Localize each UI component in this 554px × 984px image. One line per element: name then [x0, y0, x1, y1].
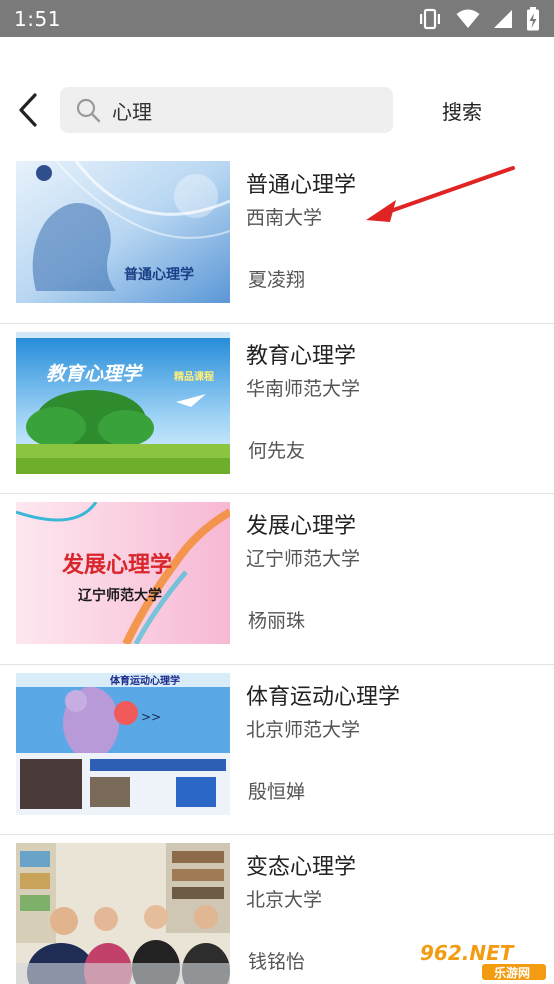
course-teacher: 夏凌翔: [248, 269, 306, 291]
back-button[interactable]: [10, 89, 46, 131]
course-title: 教育心理学: [246, 343, 357, 369]
course-school: 西南大学: [246, 207, 323, 229]
svg-text:>>: >>: [141, 710, 161, 724]
chevron-left-icon: [19, 93, 37, 127]
course-thumbnail: 普通心理学: [16, 161, 230, 303]
status-icons: [417, 6, 540, 31]
watermark-logo: 962.NET 乐游网: [412, 936, 552, 982]
thumb-title: 教育心理学: [46, 363, 144, 385]
list-item[interactable]: 教育心理学 精品课程 教育心理学 华南师范大学 何先友: [0, 324, 554, 494]
course-title: 体育运动心理学: [246, 684, 401, 710]
wifi-icon: [456, 9, 480, 28]
list-item[interactable]: 普通心理学 普通心理学 西南大学 夏凌翔: [0, 153, 554, 324]
battery-charging-icon: [527, 6, 539, 30]
status-bar: 1:51: [0, 0, 554, 37]
course-thumbnail: 发展心理学 辽宁师范大学: [16, 502, 230, 644]
search-box[interactable]: [60, 87, 393, 133]
course-school: 华南师范大学: [246, 377, 361, 400]
thumb-title: 体育运动心理学: [110, 674, 180, 687]
course-thumbnail: >> 体育运动心理学: [16, 672, 230, 815]
course-title: 普通心理学: [246, 173, 357, 198]
course-teacher: 钱铭怡: [248, 951, 306, 973]
search-icon: [74, 96, 102, 124]
watermark-text: 962.NET: [420, 941, 515, 965]
vibrate-icon: [420, 8, 440, 29]
course-thumbnail: [16, 843, 230, 984]
thumb-title: 普通心理学: [124, 266, 194, 283]
course-title: 发展心理学: [246, 514, 357, 539]
course-school: 辽宁师范大学: [246, 548, 361, 570]
search-button[interactable]: 搜索: [412, 87, 512, 133]
status-time: 1:51: [14, 6, 61, 31]
thumb-subtitle: 精品课程: [174, 370, 214, 383]
signal-icon: [494, 9, 512, 28]
course-title: 变态心理学: [246, 855, 357, 880]
watermark-subtext: 乐游网: [494, 965, 530, 980]
list-item[interactable]: >> 体育运动心理学 体育运动心理学 北京师范大学 殷恒婵: [0, 665, 554, 835]
course-teacher: 殷恒婵: [248, 780, 306, 803]
course-school: 北京师范大学: [246, 718, 361, 741]
course-teacher: 何先友: [248, 439, 306, 462]
thumb-subtitle: 辽宁师范大学: [78, 587, 162, 604]
course-list: 普通心理学 普通心理学 西南大学 夏凌翔 教育心理学 精品课程 教育心理学 华南…: [0, 153, 554, 984]
course-school: 北京大学: [246, 889, 323, 911]
thumb-title: 发展心理学: [61, 552, 172, 578]
search-input[interactable]: [112, 98, 362, 122]
list-item[interactable]: 发展心理学 辽宁师范大学 发展心理学 辽宁师范大学 杨丽珠: [0, 494, 554, 665]
course-thumbnail: 教育心理学 精品课程: [16, 331, 230, 474]
course-teacher: 杨丽珠: [248, 610, 306, 632]
